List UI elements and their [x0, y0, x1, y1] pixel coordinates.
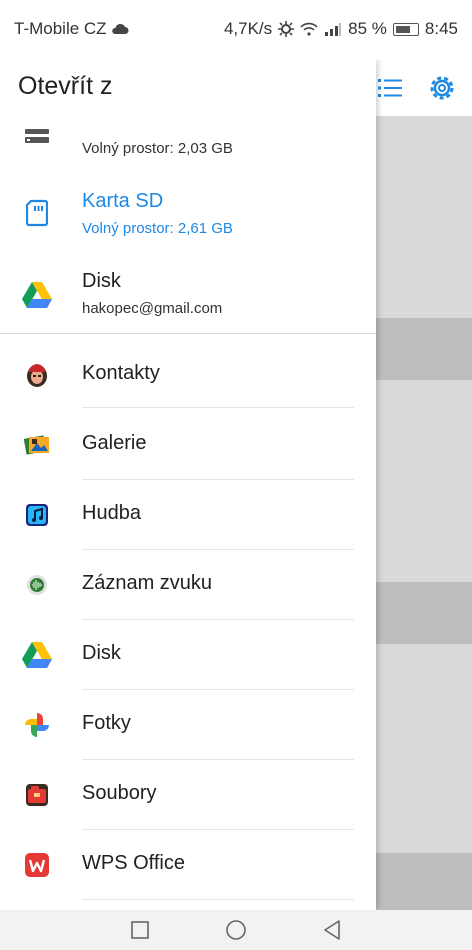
app-label: Fotky: [82, 712, 131, 734]
gallery-icon: [22, 430, 52, 460]
status-right: 4,7K/s 85 % 8:45: [224, 19, 458, 39]
app-item-photos[interactable]: Fotky: [0, 690, 376, 760]
contacts-icon: [22, 359, 52, 389]
account-email: hakopec@gmail.com: [82, 300, 223, 317]
app-label: Záznam zvuku: [82, 572, 213, 594]
storage-free-space: Volný prostor: 2,03 GB: [82, 140, 233, 157]
triangle-back-icon: [324, 920, 340, 940]
section-divider: [0, 333, 376, 334]
wifi-icon: [300, 22, 318, 36]
app-label: Disk: [82, 642, 121, 664]
cloud-icon: [111, 23, 129, 34]
clock: 8:45: [424, 19, 458, 38]
navigation-bar: [0, 910, 472, 950]
battery-percent: 85 %: [348, 19, 387, 38]
row-divider: [82, 899, 354, 900]
network-speed: 4,7K/s: [223, 19, 273, 38]
app-item-gallery[interactable]: Galerie: [0, 410, 376, 480]
storage-label: Disk: [82, 270, 121, 292]
app-label: WPS Office: [82, 852, 185, 874]
app-item-drive[interactable]: Disk: [0, 620, 376, 690]
app-label: Kontakty: [82, 362, 160, 384]
app-item-files[interactable]: Soubory: [0, 760, 376, 830]
settings-gear-icon[interactable]: [426, 72, 458, 104]
carrier-name: T-Mobile CZ: [14, 19, 107, 38]
signal-icon: [325, 23, 342, 36]
google-drive-icon: [22, 280, 52, 310]
app-label: Galerie: [82, 432, 147, 454]
row-divider: [82, 407, 354, 408]
wps-office-icon: [22, 850, 52, 880]
status-bar: T-Mobile CZ 4,7K/s 85 % 8:45: [0, 0, 472, 60]
google-drive-icon: [22, 640, 52, 670]
sd-card-icon: [22, 198, 52, 228]
square-icon: [131, 921, 149, 939]
files-icon: [22, 780, 52, 810]
storage-free-space: Volný prostor: 2,61 GB: [82, 220, 233, 237]
open-from-drawer: Otevřít z Volný prostor: 2,03 GB Karta S…: [0, 60, 376, 910]
storage-label: Karta SD: [82, 190, 164, 212]
battery-icon: [392, 22, 419, 36]
music-icon: [22, 500, 52, 530]
google-photos-icon: [22, 710, 52, 740]
recents-button[interactable]: [128, 918, 152, 942]
home-button[interactable]: [224, 918, 248, 942]
storage-icon: [22, 122, 52, 152]
app-item-sound-recorder[interactable]: Záznam zvuku: [0, 550, 376, 620]
app-item-wps-office[interactable]: WPS Office: [0, 830, 376, 900]
status-left: T-Mobile CZ: [14, 19, 129, 39]
app-item-contacts[interactable]: Kontakty: [0, 340, 376, 408]
storage-item-internal[interactable]: Volný prostor: 2,03 GB: [0, 118, 376, 176]
eye-comfort-icon: [278, 21, 295, 37]
drawer-title: Otevřít z: [18, 72, 113, 100]
sound-recorder-icon: [22, 570, 52, 600]
list-view-icon[interactable]: [376, 74, 404, 102]
storage-item-sd-card[interactable]: Karta SD Volný prostor: 2,61 GB: [0, 180, 376, 248]
back-button[interactable]: [320, 918, 344, 942]
circle-icon: [226, 920, 246, 940]
app-label: Hudba: [82, 502, 141, 524]
app-label: Soubory: [82, 782, 157, 804]
storage-item-drive-account[interactable]: Disk hakopec@gmail.com: [0, 256, 376, 334]
app-item-music[interactable]: Hudba: [0, 480, 376, 550]
